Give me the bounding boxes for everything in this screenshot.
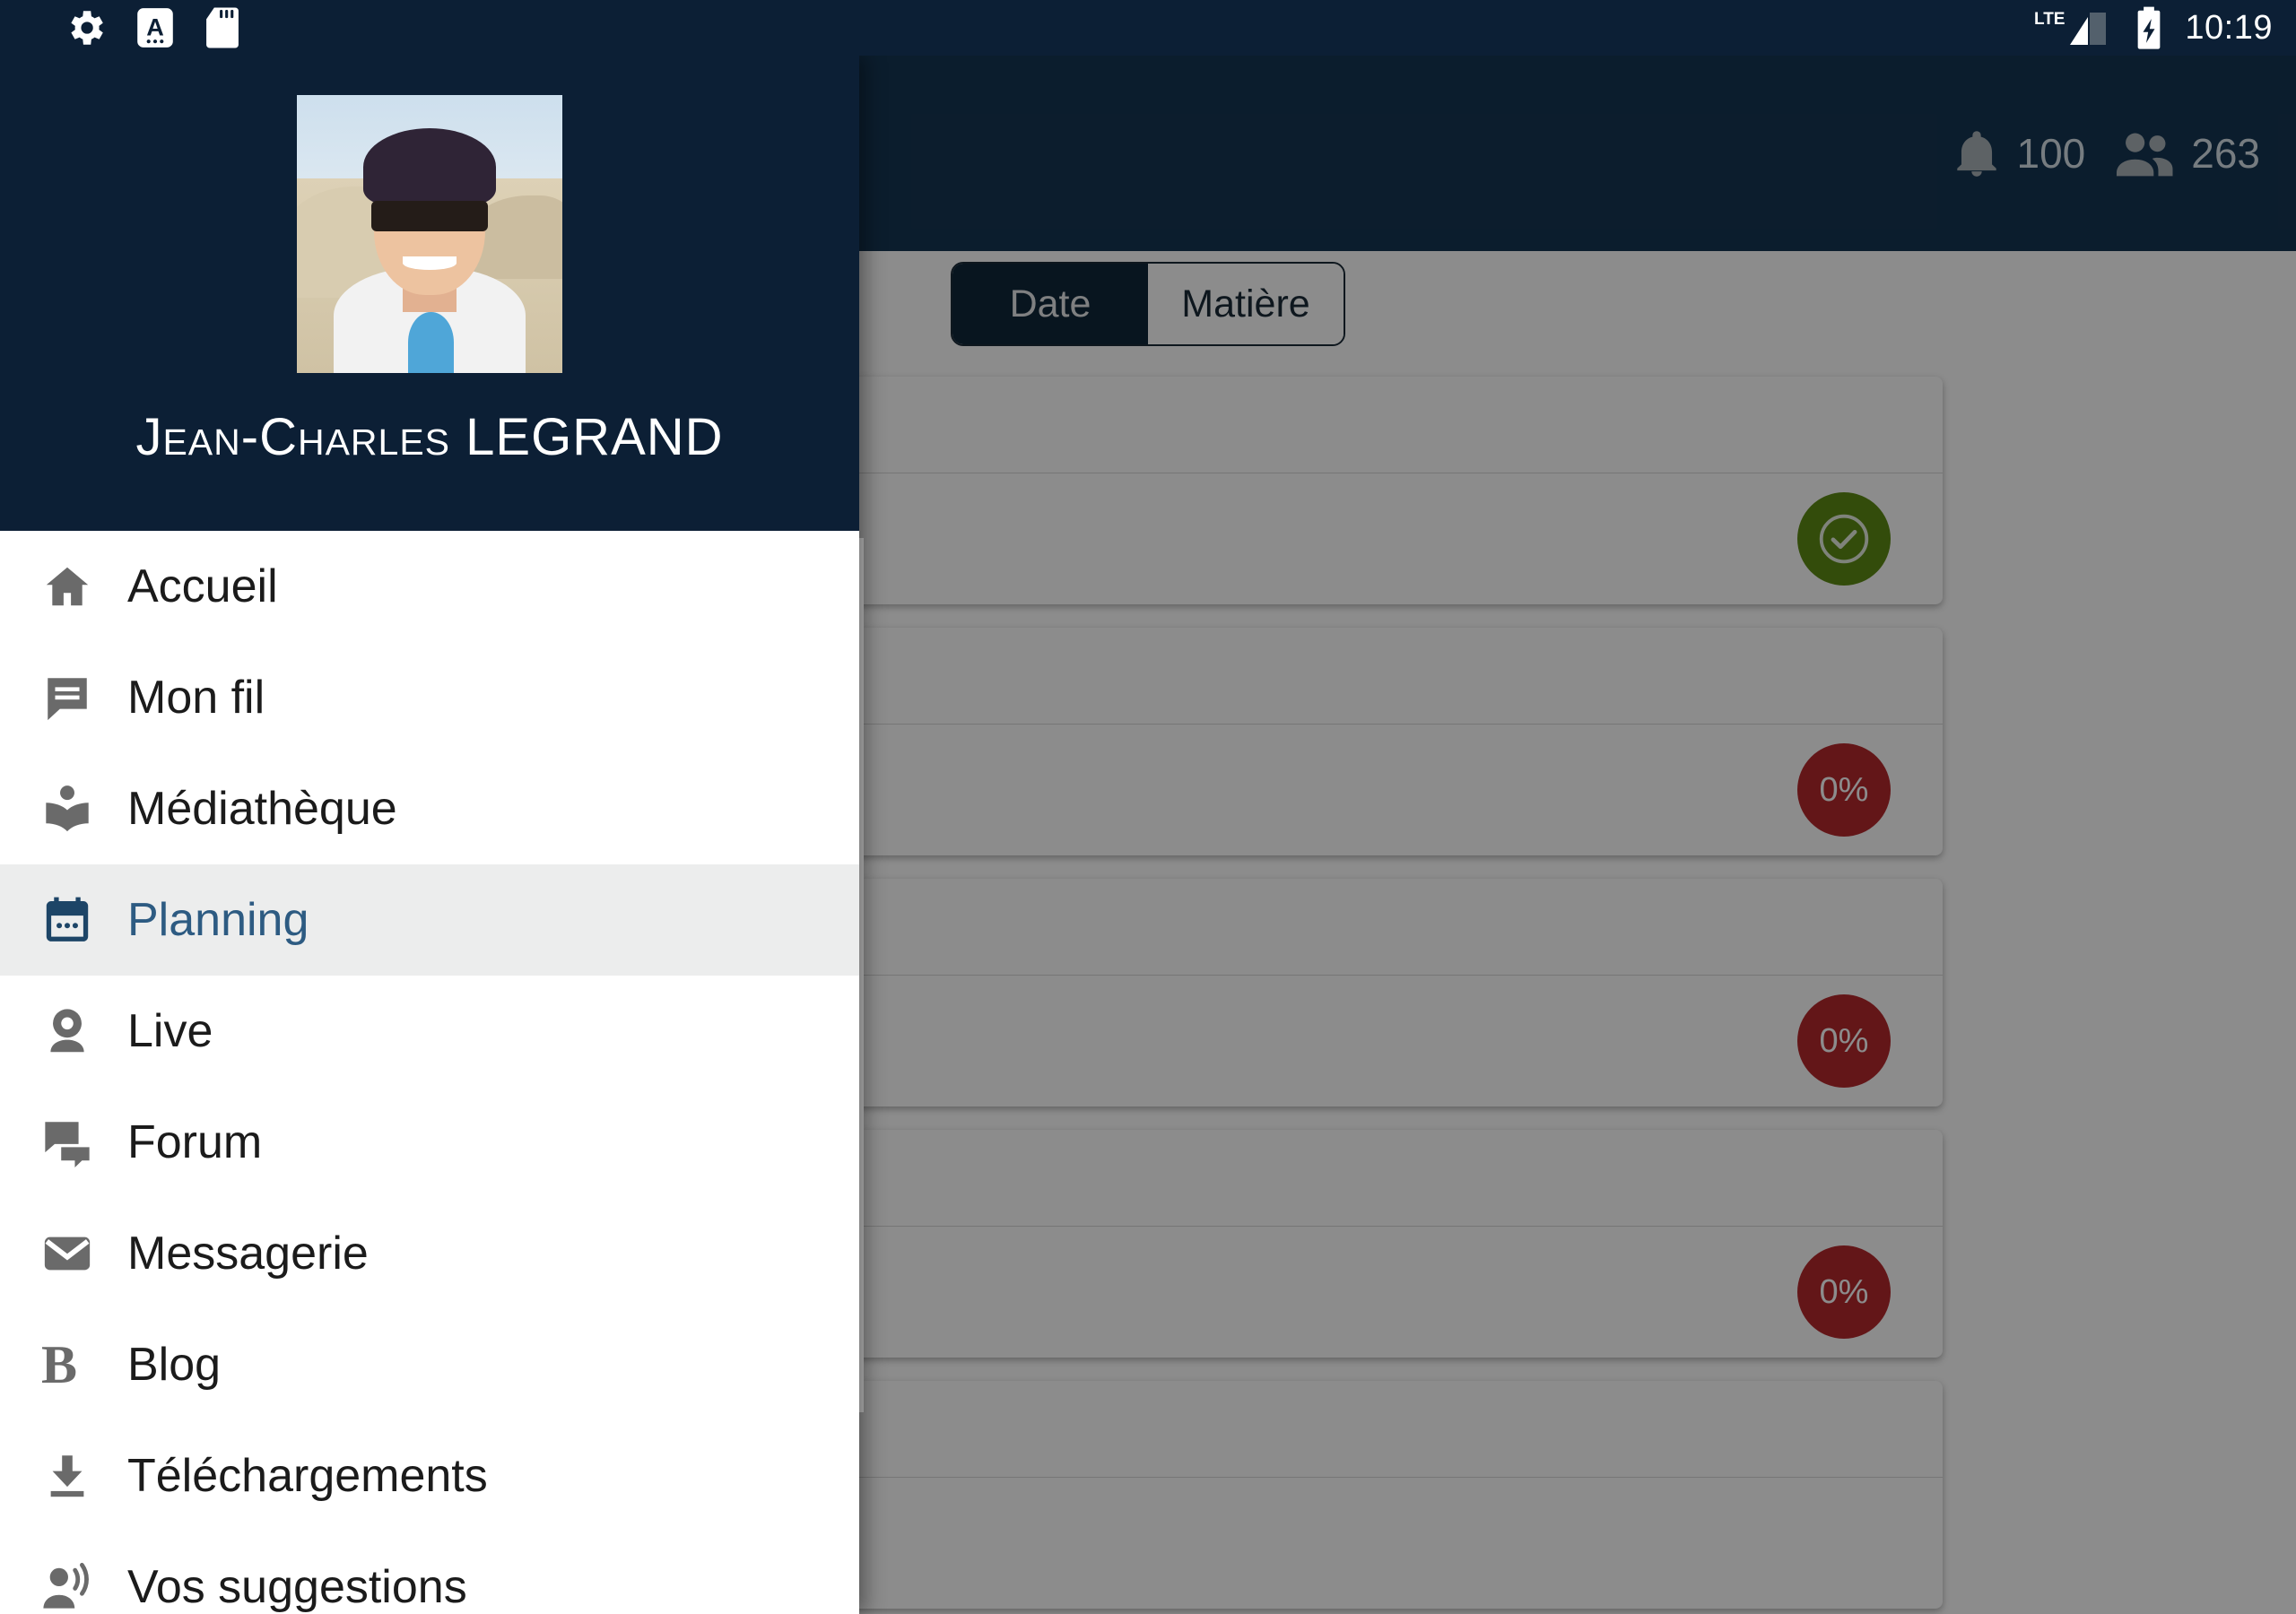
sidebar-item-vos-suggestions[interactable]: Vos suggestions [0, 1532, 859, 1614]
sidebar-item-mediatheque[interactable]: Médiathèque [0, 753, 859, 864]
sidebar-item-label: Forum [127, 1116, 263, 1168]
navigation-drawer: Jean-Charles LEGRAND Accueil Mon fil Méd… [0, 56, 859, 1614]
sidebar-item-mon-fil[interactable]: Mon fil [0, 642, 859, 753]
sidebar-item-telechargements[interactable]: Téléchargements [0, 1420, 859, 1532]
sidebar-item-accueil[interactable]: Accueil [0, 531, 859, 642]
sidebar-item-planning[interactable]: Planning [0, 864, 859, 976]
sidebar-item-label: Live [127, 1005, 213, 1057]
book-icon [41, 783, 127, 835]
clock: 10:19 [2185, 8, 2273, 47]
user-name: Jean-Charles LEGRAND [135, 408, 724, 466]
sidebar-item-blog[interactable]: B Blog [0, 1309, 859, 1420]
status-bar-right: LTE 10:19 [2031, 4, 2273, 51]
forum-icon [41, 1116, 127, 1168]
svg-text:A: A [146, 13, 164, 40]
sidebar-item-label: Planning [127, 894, 309, 946]
blog-b-icon: B [41, 1335, 78, 1394]
font-size-icon: A [137, 8, 173, 48]
home-icon [41, 560, 127, 612]
webcam-icon [41, 1005, 127, 1057]
sidebar-item-label: Blog [127, 1339, 222, 1391]
sidebar-item-label: Téléchargements [127, 1450, 488, 1502]
download-icon [41, 1450, 127, 1502]
mail-icon [41, 1228, 127, 1280]
feedback-icon [41, 1561, 127, 1613]
sd-card-icon [206, 7, 239, 48]
drawer-nav-list: Accueil Mon fil Médiathèque Planning Liv… [0, 531, 859, 1614]
status-bar-left-icons: A [63, 5, 242, 50]
sidebar-item-forum[interactable]: Forum [0, 1087, 859, 1198]
status-bar: A LTE 10:19 [0, 0, 2296, 56]
feed-icon [41, 672, 127, 724]
app-root: Date Matière u droit UE 1 du DCG [0, 0, 2296, 1614]
battery-charging-icon [2138, 6, 2161, 49]
lte-signal-icon: LTE [2034, 10, 2107, 45]
sidebar-item-label: Mon fil [127, 672, 265, 724]
svg-text:LTE: LTE [2034, 10, 2065, 29]
sidebar-item-live[interactable]: Live [0, 976, 859, 1087]
calendar-icon [41, 894, 127, 946]
sidebar-item-label: Accueil [127, 560, 278, 612]
avatar[interactable] [297, 95, 562, 373]
sidebar-item-label: Messagerie [127, 1228, 369, 1280]
sidebar-item-label: Vos suggestions [127, 1561, 467, 1613]
gear-icon [71, 11, 103, 45]
sidebar-item-label: Médiathèque [127, 783, 397, 835]
drawer-header: Jean-Charles LEGRAND [0, 56, 859, 531]
sidebar-item-messagerie[interactable]: Messagerie [0, 1198, 859, 1309]
